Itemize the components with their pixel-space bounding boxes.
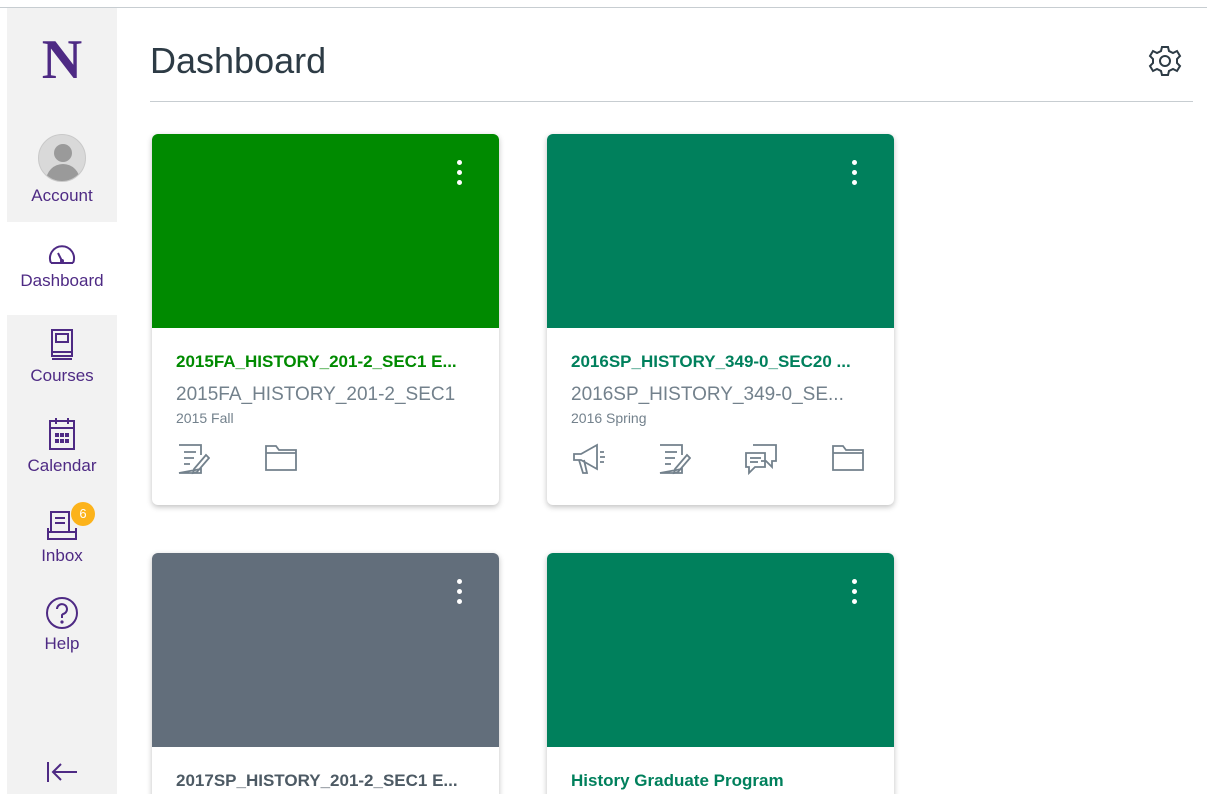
course-card-code: 2016SP_HISTORY_349-0_SE... (571, 384, 844, 405)
top-rule (0, 7, 1207, 8)
course-card-header[interactable] (547, 134, 894, 328)
collapse-nav-icon[interactable] (45, 760, 79, 784)
card-options-icon[interactable] (847, 579, 861, 611)
calendar-icon (49, 418, 75, 450)
course-card-header[interactable] (152, 134, 499, 328)
course-card-term: 2016 Spring (571, 410, 647, 426)
course-card-header[interactable] (547, 553, 894, 747)
help-icon (46, 597, 78, 629)
inbox-unread-badge: 6 (71, 502, 95, 526)
course-card-title[interactable]: 2016SP_HISTORY_349-0_SEC20 ... (571, 352, 871, 372)
course-card-title[interactable]: History Graduate Program (571, 771, 871, 791)
nav-calendar-label: Calendar (27, 456, 97, 475)
nav-account[interactable]: Account (7, 134, 117, 206)
avatar (38, 134, 86, 182)
nav-calendar[interactable]: Calendar (7, 416, 117, 476)
course-card-code: 2015FA_HISTORY_201-2_SEC1 (176, 384, 456, 405)
course-card: History Graduate Program (547, 553, 894, 794)
nav-inbox[interactable]: 6 Inbox (7, 502, 117, 566)
course-card-title[interactable]: 2017SP_HISTORY_201-2_SEC1 E... (176, 771, 476, 791)
discussions-icon[interactable] (743, 442, 779, 476)
assignments-icon[interactable] (657, 442, 691, 476)
nav-inbox-label: Inbox (41, 546, 83, 565)
assignments-icon[interactable] (176, 442, 210, 476)
card-options-icon[interactable] (847, 160, 861, 192)
files-icon[interactable] (264, 442, 298, 472)
course-card: 2016SP_HISTORY_349-0_SEC20 ... 2016SP_HI… (547, 134, 894, 505)
nav-dashboard[interactable]: Dashboard (7, 222, 117, 315)
gear-icon[interactable] (1148, 44, 1182, 78)
course-card: 2017SP_HISTORY_201-2_SEC1 E... (152, 553, 499, 794)
nav-courses[interactable]: Courses (7, 328, 117, 386)
nav-account-label: Account (31, 186, 93, 205)
course-card-header[interactable] (152, 553, 499, 747)
global-nav: N Account Dashboard Courses Calendar 6 I… (7, 8, 117, 794)
nav-courses-label: Courses (30, 366, 94, 385)
courses-icon (51, 329, 73, 360)
course-card-title[interactable]: 2015FA_HISTORY_201-2_SEC1 E... (176, 352, 476, 372)
card-options-icon[interactable] (452, 160, 466, 192)
page-title: Dashboard (150, 40, 327, 81)
header-divider (150, 101, 1193, 102)
nav-help-label: Help (44, 634, 80, 653)
dashboard-icon (49, 245, 75, 264)
files-icon[interactable] (831, 442, 865, 472)
course-card: 2015FA_HISTORY_201-2_SEC1 E... 2015FA_HI… (152, 134, 499, 505)
card-options-icon[interactable] (452, 579, 466, 611)
announcements-icon[interactable] (571, 442, 607, 476)
course-card-term: 2015 Fall (176, 410, 234, 426)
nav-help[interactable]: Help (7, 596, 117, 654)
university-logo[interactable]: N (7, 28, 117, 92)
nav-dashboard-label: Dashboard (20, 271, 104, 290)
